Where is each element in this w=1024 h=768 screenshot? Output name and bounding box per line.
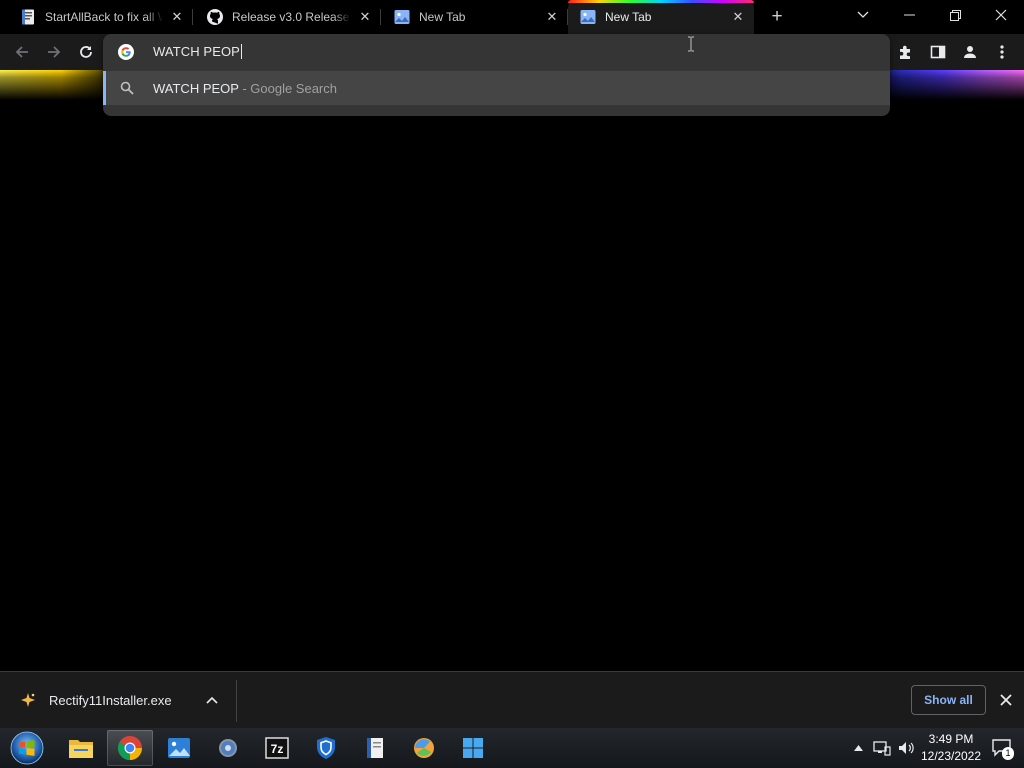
close-icon[interactable]: ✕ [730, 9, 746, 25]
taskbar-book-app[interactable] [352, 730, 398, 766]
restore-button[interactable] [932, 0, 978, 30]
document-icon [20, 9, 36, 25]
folder-icon [69, 740, 93, 758]
chevron-up-icon[interactable] [203, 691, 221, 709]
notification-center-button[interactable]: 1 [990, 728, 1014, 768]
restore-icon [949, 9, 961, 21]
ibeam-cursor-icon [688, 36, 694, 52]
windows-orb-icon [10, 731, 44, 765]
arrow-left-icon [15, 46, 28, 58]
side-panel-icon [930, 45, 946, 59]
menu-button[interactable] [991, 41, 1013, 63]
google-icon [118, 44, 134, 60]
profile-button[interactable] [959, 41, 981, 63]
text-caret [240, 44, 242, 59]
volume-icon[interactable] [897, 728, 917, 768]
taskbar: 7z 3:49 PM 12/23/2022 1 [0, 728, 1024, 768]
tab-strip: StartAllBack to fix all Windows 11 issue… [0, 0, 1024, 34]
taskbar-chrome[interactable] [107, 730, 153, 766]
taskbar-7zip[interactable]: 7z [254, 730, 300, 766]
close-icon[interactable]: ✕ [544, 9, 560, 25]
image-icon [394, 9, 410, 25]
shield-icon [317, 737, 335, 759]
github-icon [207, 9, 223, 25]
close-icon[interactable]: ✕ [169, 9, 185, 25]
extensions-button[interactable] [895, 41, 917, 63]
show-hidden-icons-button[interactable] [850, 728, 866, 768]
address-bar[interactable]: WATCH PEOP [103, 34, 890, 70]
taskbar-media-player[interactable] [401, 730, 447, 766]
puzzle-icon [900, 45, 910, 59]
taskbar-windows-app[interactable] [450, 730, 496, 766]
arrow-right-icon [48, 46, 61, 58]
omnibox-input[interactable]: WATCH PEOP [153, 44, 242, 59]
side-panel-button[interactable] [927, 41, 949, 63]
gear-icon [219, 739, 237, 757]
reload-icon [80, 46, 92, 58]
suggestion-item[interactable]: WATCH PEOP - Google Search [103, 71, 890, 105]
tab-title: New Tab [419, 10, 466, 24]
media-player-icon [414, 738, 434, 758]
suggestion-text: WATCH PEOP - Google Search [153, 81, 337, 96]
search-icon [120, 81, 134, 95]
7zip-icon: 7z [265, 737, 289, 759]
close-window-button[interactable] [978, 0, 1024, 30]
new-tab-button[interactable]: + [766, 6, 788, 28]
tab-release[interactable]: Release v3.0 Release Preview ✕ [193, 0, 381, 34]
taskbar-clock[interactable]: 3:49 PM 12/23/2022 [920, 731, 982, 765]
clock-date: 12/23/2022 [920, 749, 982, 763]
more-vert-icon [1000, 45, 1004, 59]
tab-title: Release v3.0 Release Preview [232, 10, 351, 24]
tab-title: StartAllBack to fix all Windows 11 issue… [45, 10, 163, 24]
windows-logo-icon [463, 738, 483, 758]
book-icon [367, 738, 383, 758]
start-button[interactable] [8, 730, 46, 766]
back-button[interactable] [11, 41, 33, 63]
minimize-icon [903, 14, 915, 16]
divider [236, 680, 237, 722]
taskbar-defender[interactable] [303, 730, 349, 766]
person-icon [964, 46, 976, 58]
show-all-button[interactable]: Show all [911, 685, 986, 715]
photos-icon [168, 738, 190, 758]
download-file-name[interactable]: Rectify11Installer.exe [49, 693, 172, 708]
caret-up-icon [853, 745, 863, 751]
svg-text:7z: 7z [271, 742, 284, 756]
taskbar-photos[interactable] [156, 730, 202, 766]
tab-startallback[interactable]: StartAllBack to fix all Windows 11 issue… [0, 0, 193, 34]
tab-new-tab-active[interactable]: New Tab ✕ [568, 0, 754, 34]
network-icon[interactable] [872, 728, 892, 768]
chrome-icon [117, 736, 142, 760]
notification-badge: 1 [1002, 747, 1014, 760]
close-icon[interactable]: ✕ [357, 9, 373, 25]
taskbar-settings[interactable] [205, 730, 251, 766]
close-icon [995, 9, 1007, 21]
tab-title: New Tab [605, 10, 652, 24]
chevron-down-icon [857, 11, 869, 18]
tab-new-tab[interactable]: New Tab ✕ [381, 0, 568, 34]
installer-file-icon [20, 692, 36, 708]
reload-button[interactable] [75, 41, 97, 63]
taskbar-file-explorer[interactable] [58, 730, 104, 766]
clock-time: 3:49 PM [928, 732, 974, 746]
tab-search-button[interactable] [840, 0, 886, 30]
omnibox-dropdown: WATCH PEOP WATCH PEOP - Google Search [103, 34, 890, 116]
forward-button[interactable] [43, 41, 65, 63]
close-icon[interactable] [997, 691, 1015, 709]
minimize-button[interactable] [886, 0, 932, 30]
download-shelf: Rectify11Installer.exe Show all [0, 671, 1024, 728]
image-icon [580, 9, 596, 25]
